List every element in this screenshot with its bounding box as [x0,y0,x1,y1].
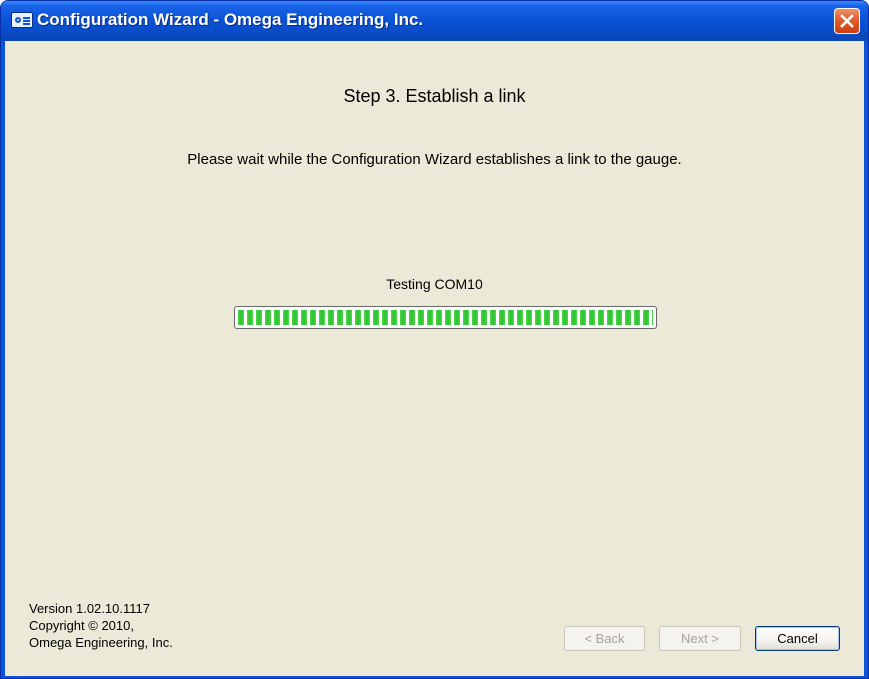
cancel-button[interactable]: Cancel [755,626,840,651]
progress-bar [234,306,657,329]
omega-app-icon [11,12,33,28]
progress-track [238,310,653,325]
step-title: Step 3. Establish a link [343,86,526,106]
wizard-window: Configuration Wizard - Omega Engineering… [0,0,869,679]
next-button[interactable]: Next > [659,626,741,651]
version-text: Version 1.02.10.1117 [29,601,150,616]
window-title: Configuration Wizard - Omega Engineering… [37,10,424,29]
instructions-text: Please wait while the Configuration Wiza… [187,151,682,168]
copyright-text: Copyright © 2010, [29,618,134,633]
back-button[interactable]: < Back [564,626,645,651]
wizard-body: Step 3. Establish a link Please wait whi… [5,41,864,676]
company-text: Omega Engineering, Inc. [29,635,173,650]
close-button[interactable] [834,8,860,34]
close-icon [840,14,854,28]
status-text: Testing COM10 [386,276,483,292]
title-bar[interactable]: Configuration Wizard - Omega Engineering… [1,1,868,41]
progress-fill [238,310,653,325]
version-info: Version 1.02.10.1117 Copyright © 2010, O… [29,600,173,651]
